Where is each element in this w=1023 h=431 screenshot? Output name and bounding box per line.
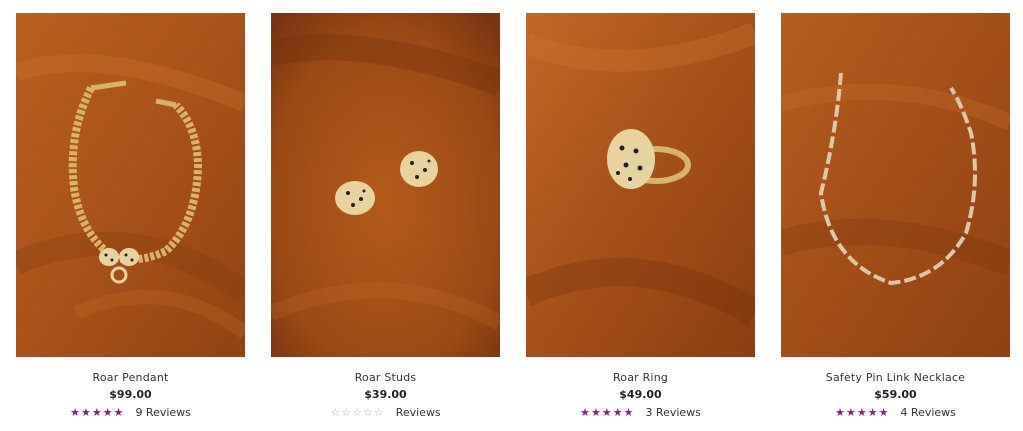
product-rating: ☆ ☆ ☆ ☆ ☆ Reviews <box>271 405 500 419</box>
star-empty-icon: ☆ <box>362 405 373 419</box>
product-name[interactable]: Roar Studs <box>271 371 500 385</box>
star-rating: ★ ★ ★ ★ ★ <box>70 407 123 418</box>
product-card-safety-pin-link-necklace[interactable]: Safety Pin Link Necklace $59.00 ★ ★ ★ ★ ★ 4 … <box>781 13 1010 419</box>
product-price: $49.00 <box>619 388 662 401</box>
star-filled-icon: ★ <box>80 405 91 419</box>
reviews-link[interactable]: 4 Reviews <box>900 406 955 419</box>
product-rating: ★ ★ ★ ★ ★ 3 Reviews <box>526 405 755 419</box>
star-filled-icon: ★ <box>102 405 113 419</box>
star-rating: ★ ★ ★ ★ ★ <box>580 407 633 418</box>
product-image-safety-pin-link-necklace[interactable] <box>781 13 1010 357</box>
star-filled-icon: ★ <box>845 405 856 419</box>
product-image-roar-studs[interactable] <box>271 13 500 357</box>
product-grid: Roar Pendant $99.00 ★★★★★ 9 Reviews <box>0 0 1023 431</box>
star-filled-icon: ★ <box>867 405 878 419</box>
product-name[interactable]: Safety Pin Link Necklace <box>781 371 1010 385</box>
star-empty-icon: ☆ <box>330 405 341 419</box>
star-filled-icon: ★ <box>623 405 634 419</box>
star-filled-icon: ★ <box>835 405 845 419</box>
star-filled-icon: ★ <box>70 405 80 419</box>
star-filled-icon: ★ <box>91 405 102 419</box>
reviews-link[interactable]: 9 Reviews <box>135 406 190 419</box>
star-filled-icon: ★ <box>856 405 867 419</box>
product-name[interactable]: Roar Pendant <box>16 371 245 385</box>
star-empty-icon: ☆ <box>352 405 362 419</box>
product-card-roar-ring[interactable]: Roar Ring $49.00 ★ ★ ★ ★ ★ 3 Reviews <box>526 13 755 419</box>
product-card-roar-studs[interactable]: Roar Studs $39.00 ☆ ☆ ☆ ☆ ☆ Reviews <box>271 13 500 419</box>
reviews-link[interactable]: 3 Reviews <box>645 406 700 419</box>
star-empty-icon: ☆ <box>373 405 384 419</box>
star-filled-icon: ★ <box>878 405 889 419</box>
product-price: $39.00 <box>364 388 407 401</box>
reviews-link[interactable]: Reviews <box>396 406 441 419</box>
product-rating: ★ ★ ★ ★ ★ 9 Reviews <box>16 405 245 419</box>
star-filled-icon: ★ <box>612 405 623 419</box>
star-filled-icon: ★ <box>113 405 124 419</box>
product-image-roar-ring[interactable] <box>526 13 755 357</box>
product-image-roar-pendant[interactable] <box>16 13 245 357</box>
star-filled-icon: ★ <box>601 405 612 419</box>
product-rating: ★ ★ ★ ★ ★ 4 Reviews <box>781 405 1010 419</box>
product-card-roar-pendant[interactable]: Roar Pendant $99.00 ★ ★ ★ ★ ★ 9 Reviews <box>16 13 245 419</box>
star-filled-icon: ★ <box>580 405 590 419</box>
star-rating: ★ ★ ★ ★ ★ <box>835 407 888 418</box>
star-rating: ☆ ☆ ☆ ☆ ☆ <box>330 407 383 418</box>
star-empty-icon: ☆ <box>341 405 352 419</box>
star-filled-icon: ★ <box>590 405 601 419</box>
product-price: $59.00 <box>874 388 917 401</box>
product-name[interactable]: Roar Ring <box>526 371 755 385</box>
product-price: $99.00 <box>109 388 152 401</box>
